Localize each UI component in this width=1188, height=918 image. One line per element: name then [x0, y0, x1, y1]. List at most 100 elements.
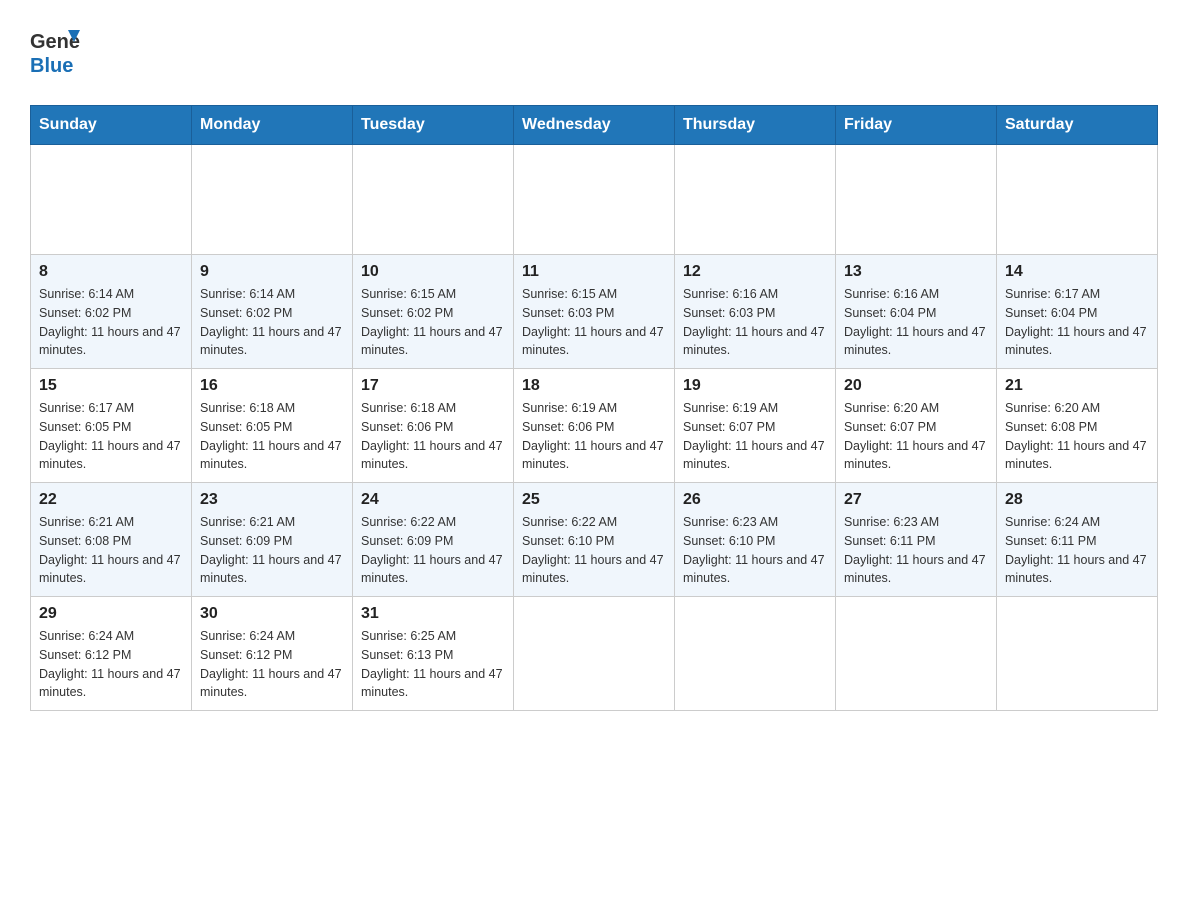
- day-info: Sunrise: 6:17 AMSunset: 6:05 PMDaylight:…: [39, 399, 183, 474]
- calendar-cell: 27 Sunrise: 6:23 AMSunset: 6:11 PMDaylig…: [836, 483, 997, 597]
- day-number: 27: [844, 491, 988, 509]
- column-header-friday: Friday: [836, 106, 997, 145]
- calendar-cell: 9 Sunrise: 6:14 AMSunset: 6:02 PMDayligh…: [192, 255, 353, 369]
- column-header-monday: Monday: [192, 106, 353, 145]
- calendar-cell: 17 Sunrise: 6:18 AMSunset: 6:06 PMDaylig…: [353, 369, 514, 483]
- calendar-week-5: 29 Sunrise: 6:24 AMSunset: 6:12 PMDaylig…: [31, 597, 1158, 711]
- day-number: 20: [844, 377, 988, 395]
- calendar-cell: 16 Sunrise: 6:18 AMSunset: 6:05 PMDaylig…: [192, 369, 353, 483]
- day-info: Sunrise: 6:22 AMSunset: 6:10 PMDaylight:…: [522, 513, 666, 588]
- day-info: Sunrise: 6:19 AMSunset: 6:06 PMDaylight:…: [522, 399, 666, 474]
- calendar-cell: 28 Sunrise: 6:24 AMSunset: 6:11 PMDaylig…: [997, 483, 1158, 597]
- calendar-cell: [997, 145, 1158, 255]
- day-number: 30: [200, 605, 344, 623]
- day-number: 22: [39, 491, 183, 509]
- logo-icon: General Blue: [30, 20, 80, 80]
- day-info: Sunrise: 6:25 AMSunset: 6:13 PMDaylight:…: [361, 627, 505, 702]
- calendar-week-1: [31, 145, 1158, 255]
- day-info: Sunrise: 6:17 AMSunset: 6:04 PMDaylight:…: [1005, 285, 1149, 360]
- calendar-body: 8 Sunrise: 6:14 AMSunset: 6:02 PMDayligh…: [31, 145, 1158, 711]
- day-number: 16: [200, 377, 344, 395]
- page-header: General Blue: [30, 20, 1158, 85]
- calendar-cell: 19 Sunrise: 6:19 AMSunset: 6:07 PMDaylig…: [675, 369, 836, 483]
- day-number: 31: [361, 605, 505, 623]
- calendar-week-2: 8 Sunrise: 6:14 AMSunset: 6:02 PMDayligh…: [31, 255, 1158, 369]
- day-number: 15: [39, 377, 183, 395]
- day-info: Sunrise: 6:15 AMSunset: 6:02 PMDaylight:…: [361, 285, 505, 360]
- day-info: Sunrise: 6:16 AMSunset: 6:04 PMDaylight:…: [844, 285, 988, 360]
- day-number: 11: [522, 263, 666, 281]
- calendar-cell: 11 Sunrise: 6:15 AMSunset: 6:03 PMDaylig…: [514, 255, 675, 369]
- calendar-cell: [836, 597, 997, 711]
- calendar-cell: [353, 145, 514, 255]
- day-info: Sunrise: 6:23 AMSunset: 6:11 PMDaylight:…: [844, 513, 988, 588]
- calendar-cell: 25 Sunrise: 6:22 AMSunset: 6:10 PMDaylig…: [514, 483, 675, 597]
- calendar-cell: 24 Sunrise: 6:22 AMSunset: 6:09 PMDaylig…: [353, 483, 514, 597]
- calendar-cell: 8 Sunrise: 6:14 AMSunset: 6:02 PMDayligh…: [31, 255, 192, 369]
- column-header-thursday: Thursday: [675, 106, 836, 145]
- calendar-cell: 12 Sunrise: 6:16 AMSunset: 6:03 PMDaylig…: [675, 255, 836, 369]
- day-info: Sunrise: 6:18 AMSunset: 6:06 PMDaylight:…: [361, 399, 505, 474]
- day-number: 25: [522, 491, 666, 509]
- calendar-cell: 29 Sunrise: 6:24 AMSunset: 6:12 PMDaylig…: [31, 597, 192, 711]
- day-info: Sunrise: 6:15 AMSunset: 6:03 PMDaylight:…: [522, 285, 666, 360]
- day-info: Sunrise: 6:14 AMSunset: 6:02 PMDaylight:…: [39, 285, 183, 360]
- day-number: 10: [361, 263, 505, 281]
- day-number: 24: [361, 491, 505, 509]
- day-info: Sunrise: 6:18 AMSunset: 6:05 PMDaylight:…: [200, 399, 344, 474]
- day-number: 12: [683, 263, 827, 281]
- column-header-tuesday: Tuesday: [353, 106, 514, 145]
- calendar-cell: 21 Sunrise: 6:20 AMSunset: 6:08 PMDaylig…: [997, 369, 1158, 483]
- day-info: Sunrise: 6:23 AMSunset: 6:10 PMDaylight:…: [683, 513, 827, 588]
- day-number: 21: [1005, 377, 1149, 395]
- day-info: Sunrise: 6:19 AMSunset: 6:07 PMDaylight:…: [683, 399, 827, 474]
- svg-text:Blue: Blue: [30, 55, 73, 77]
- calendar-cell: [836, 145, 997, 255]
- day-info: Sunrise: 6:24 AMSunset: 6:11 PMDaylight:…: [1005, 513, 1149, 588]
- day-number: 29: [39, 605, 183, 623]
- calendar-cell: 13 Sunrise: 6:16 AMSunset: 6:04 PMDaylig…: [836, 255, 997, 369]
- calendar-cell: 14 Sunrise: 6:17 AMSunset: 6:04 PMDaylig…: [997, 255, 1158, 369]
- calendar-week-3: 15 Sunrise: 6:17 AMSunset: 6:05 PMDaylig…: [31, 369, 1158, 483]
- column-header-saturday: Saturday: [997, 106, 1158, 145]
- calendar-cell: 23 Sunrise: 6:21 AMSunset: 6:09 PMDaylig…: [192, 483, 353, 597]
- calendar-cell: 20 Sunrise: 6:20 AMSunset: 6:07 PMDaylig…: [836, 369, 997, 483]
- calendar-table: SundayMondayTuesdayWednesdayThursdayFrid…: [30, 105, 1158, 711]
- column-header-wednesday: Wednesday: [514, 106, 675, 145]
- day-info: Sunrise: 6:14 AMSunset: 6:02 PMDaylight:…: [200, 285, 344, 360]
- day-number: 14: [1005, 263, 1149, 281]
- day-info: Sunrise: 6:16 AMSunset: 6:03 PMDaylight:…: [683, 285, 827, 360]
- calendar-header: SundayMondayTuesdayWednesdayThursdayFrid…: [31, 106, 1158, 145]
- calendar-cell: [514, 597, 675, 711]
- calendar-cell: 26 Sunrise: 6:23 AMSunset: 6:10 PMDaylig…: [675, 483, 836, 597]
- day-number: 9: [200, 263, 344, 281]
- day-number: 28: [1005, 491, 1149, 509]
- day-number: 8: [39, 263, 183, 281]
- calendar-cell: 22 Sunrise: 6:21 AMSunset: 6:08 PMDaylig…: [31, 483, 192, 597]
- calendar-week-4: 22 Sunrise: 6:21 AMSunset: 6:08 PMDaylig…: [31, 483, 1158, 597]
- header-row: SundayMondayTuesdayWednesdayThursdayFrid…: [31, 106, 1158, 145]
- calendar-cell: [514, 145, 675, 255]
- calendar-cell: [192, 145, 353, 255]
- day-number: 23: [200, 491, 344, 509]
- calendar-cell: [31, 145, 192, 255]
- column-header-sunday: Sunday: [31, 106, 192, 145]
- day-number: 13: [844, 263, 988, 281]
- calendar-cell: 30 Sunrise: 6:24 AMSunset: 6:12 PMDaylig…: [192, 597, 353, 711]
- day-number: 19: [683, 377, 827, 395]
- day-number: 18: [522, 377, 666, 395]
- day-info: Sunrise: 6:22 AMSunset: 6:09 PMDaylight:…: [361, 513, 505, 588]
- day-info: Sunrise: 6:20 AMSunset: 6:08 PMDaylight:…: [1005, 399, 1149, 474]
- day-info: Sunrise: 6:21 AMSunset: 6:08 PMDaylight:…: [39, 513, 183, 588]
- day-number: 26: [683, 491, 827, 509]
- calendar-cell: 31 Sunrise: 6:25 AMSunset: 6:13 PMDaylig…: [353, 597, 514, 711]
- calendar-cell: [997, 597, 1158, 711]
- calendar-cell: 18 Sunrise: 6:19 AMSunset: 6:06 PMDaylig…: [514, 369, 675, 483]
- day-info: Sunrise: 6:20 AMSunset: 6:07 PMDaylight:…: [844, 399, 988, 474]
- logo: General Blue: [30, 20, 80, 85]
- calendar-cell: 10 Sunrise: 6:15 AMSunset: 6:02 PMDaylig…: [353, 255, 514, 369]
- day-number: 17: [361, 377, 505, 395]
- day-info: Sunrise: 6:24 AMSunset: 6:12 PMDaylight:…: [200, 627, 344, 702]
- calendar-cell: [675, 597, 836, 711]
- day-info: Sunrise: 6:24 AMSunset: 6:12 PMDaylight:…: [39, 627, 183, 702]
